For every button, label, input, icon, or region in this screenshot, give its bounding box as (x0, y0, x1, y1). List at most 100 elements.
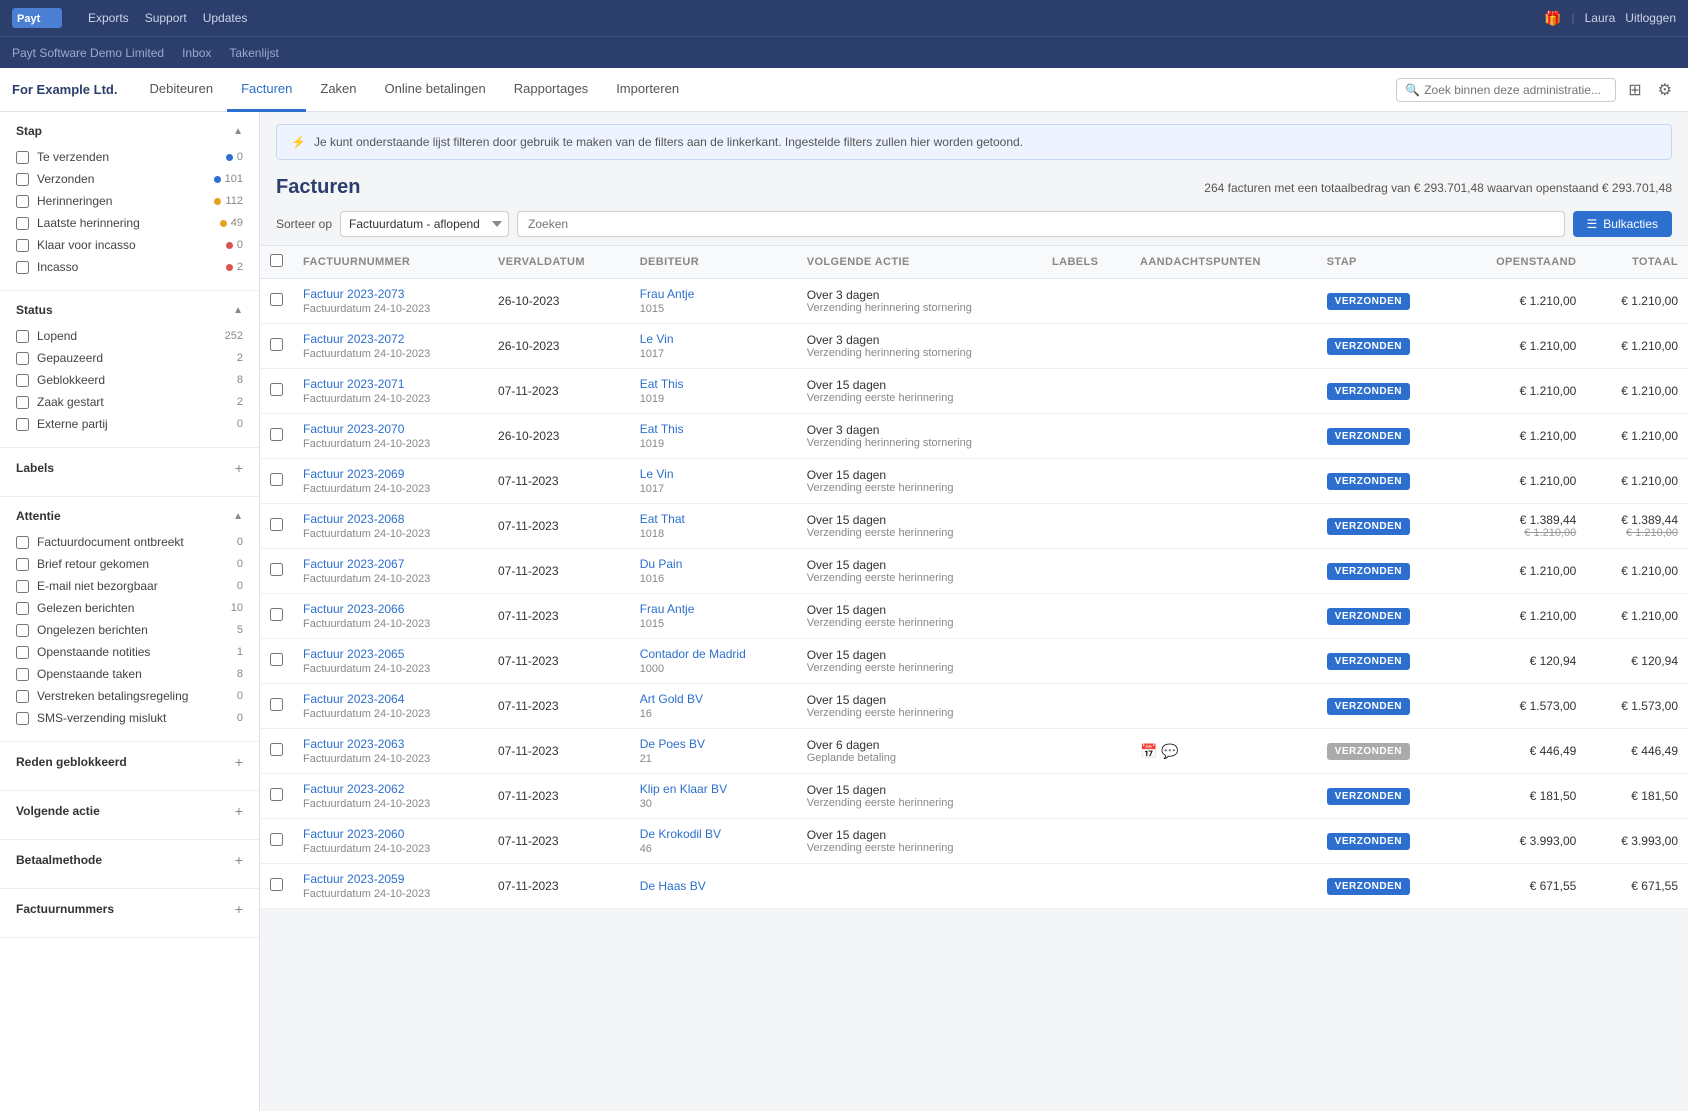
invoice-link-12[interactable]: Factuur 2023-2060 (303, 827, 404, 841)
row-checkbox-12[interactable] (270, 833, 283, 846)
attentie-check-3[interactable] (16, 602, 29, 615)
row-check-5[interactable] (260, 504, 293, 549)
invoice-link-6[interactable]: Factuur 2023-2067 (303, 557, 404, 571)
bulk-actions-button[interactable]: ☰ Bulkacties (1573, 211, 1672, 237)
row-check-3[interactable] (260, 414, 293, 459)
row-checkbox-3[interactable] (270, 428, 283, 441)
status-check-externe-partij[interactable] (16, 418, 29, 431)
nav-debiteuren[interactable]: Debiteuren (135, 68, 227, 112)
row-checkbox-9[interactable] (270, 698, 283, 711)
stap-check-herinneringen[interactable] (16, 195, 29, 208)
row-check-12[interactable] (260, 819, 293, 864)
debtor-link-3[interactable]: Eat This (640, 422, 684, 436)
logout-button[interactable]: Uitloggen (1625, 11, 1676, 25)
row-checkbox-11[interactable] (270, 788, 283, 801)
takenlijst-link[interactable]: Takenlijst (229, 46, 278, 60)
row-check-4[interactable] (260, 459, 293, 504)
stap-check-laatste-herinnering[interactable] (16, 217, 29, 230)
row-checkbox-5[interactable] (270, 518, 283, 531)
debtor-link-13[interactable]: De Haas BV (640, 879, 706, 893)
invoice-link-11[interactable]: Factuur 2023-2062 (303, 782, 404, 796)
nav-zaken[interactable]: Zaken (306, 68, 370, 112)
select-all-checkbox[interactable] (270, 254, 283, 267)
betaalmethode-add-icon[interactable]: + (235, 852, 243, 868)
row-check-1[interactable] (260, 324, 293, 369)
admin-search-box[interactable]: 🔍 (1396, 78, 1616, 102)
debtor-link-7[interactable]: Frau Antje (640, 602, 695, 616)
row-checkbox-4[interactable] (270, 473, 283, 486)
stap-check-verzonden[interactable] (16, 173, 29, 186)
row-check-9[interactable] (260, 684, 293, 729)
sort-select[interactable]: Factuurdatum - aflopend Factuurdatum - o… (340, 211, 509, 237)
row-check-11[interactable] (260, 774, 293, 819)
status-check-gepauzeerd[interactable] (16, 352, 29, 365)
row-check-13[interactable] (260, 864, 293, 909)
row-check-6[interactable] (260, 549, 293, 594)
attentie-check-1[interactable] (16, 558, 29, 571)
invoices-search-input[interactable] (517, 211, 1564, 237)
nav-importeren[interactable]: Importeren (602, 68, 693, 112)
attentie-check-5[interactable] (16, 646, 29, 659)
attentie-check-2[interactable] (16, 580, 29, 593)
factuurnummers-section-header[interactable]: Factuurnummers + (16, 901, 243, 917)
debtor-link-11[interactable]: Klip en Klaar BV (640, 782, 727, 796)
debtor-link-9[interactable]: Art Gold BV (640, 692, 703, 706)
debtor-link-8[interactable]: Contador de Madrid (640, 647, 746, 661)
status-check-zaak-gestart[interactable] (16, 396, 29, 409)
row-checkbox-2[interactable] (270, 383, 283, 396)
row-checkbox-8[interactable] (270, 653, 283, 666)
status-section-header[interactable]: Status ▲ (16, 303, 243, 317)
reden-section-header[interactable]: Reden geblokkeerd + (16, 754, 243, 770)
debtor-link-6[interactable]: Du Pain (640, 557, 683, 571)
row-check-0[interactable] (260, 279, 293, 324)
debtor-link-10[interactable]: De Poes BV (640, 737, 705, 751)
debtor-link-12[interactable]: De Krokodil BV (640, 827, 721, 841)
volgende-actie-section-header[interactable]: Volgende actie + (16, 803, 243, 819)
debtor-link-4[interactable]: Le Vin (640, 467, 674, 481)
row-check-2[interactable] (260, 369, 293, 414)
betaalmethode-section-header[interactable]: Betaalmethode + (16, 852, 243, 868)
invoice-link-13[interactable]: Factuur 2023-2059 (303, 872, 404, 886)
stap-section-header[interactable]: Stap ▲ (16, 124, 243, 138)
row-checkbox-7[interactable] (270, 608, 283, 621)
attentie-check-7[interactable] (16, 690, 29, 703)
status-check-lopend[interactable] (16, 330, 29, 343)
exports-link[interactable]: Exports (88, 11, 129, 25)
admin-search-input[interactable] (1424, 83, 1607, 97)
debtor-link-1[interactable]: Le Vin (640, 332, 674, 346)
factuurnummers-add-icon[interactable]: + (235, 901, 243, 917)
attentie-check-4[interactable] (16, 624, 29, 637)
row-checkbox-10[interactable] (270, 743, 283, 756)
row-check-8[interactable] (260, 639, 293, 684)
updates-link[interactable]: Updates (203, 11, 248, 25)
attentie-check-6[interactable] (16, 668, 29, 681)
attentie-check-8[interactable] (16, 712, 29, 725)
attentie-section-header[interactable]: Attentie ▲ (16, 509, 243, 523)
attentie-check-0[interactable] (16, 536, 29, 549)
row-checkbox-6[interactable] (270, 563, 283, 576)
invoice-link-3[interactable]: Factuur 2023-2070 (303, 422, 404, 436)
stap-check-klaar-voor-incasso[interactable] (16, 239, 29, 252)
status-check-geblokkeerd[interactable] (16, 374, 29, 387)
invoice-link-8[interactable]: Factuur 2023-2065 (303, 647, 404, 661)
invoice-link-5[interactable]: Factuur 2023-2068 (303, 512, 404, 526)
row-checkbox-13[interactable] (270, 878, 283, 891)
reden-add-icon[interactable]: + (235, 754, 243, 770)
debtor-link-5[interactable]: Eat That (640, 512, 685, 526)
invoice-link-1[interactable]: Factuur 2023-2072 (303, 332, 404, 346)
row-check-10[interactable] (260, 729, 293, 774)
invoice-link-7[interactable]: Factuur 2023-2066 (303, 602, 404, 616)
stap-check-te-verzenden[interactable] (16, 151, 29, 164)
grid-icon[interactable]: ⊞ (1624, 76, 1645, 104)
invoice-link-0[interactable]: Factuur 2023-2073 (303, 287, 404, 301)
row-checkbox-0[interactable] (270, 293, 283, 306)
labels-section-header[interactable]: Labels + (16, 460, 243, 476)
invoice-link-10[interactable]: Factuur 2023-2063 (303, 737, 404, 751)
debtor-link-0[interactable]: Frau Antje (640, 287, 695, 301)
inbox-link[interactable]: Inbox (182, 46, 211, 60)
settings-icon[interactable]: ⚙ (1654, 76, 1676, 104)
invoice-link-4[interactable]: Factuur 2023-2069 (303, 467, 404, 481)
nav-facturen[interactable]: Facturen (227, 68, 306, 112)
stap-check-incasso[interactable] (16, 261, 29, 274)
nav-online-betalingen[interactable]: Online betalingen (371, 68, 500, 112)
